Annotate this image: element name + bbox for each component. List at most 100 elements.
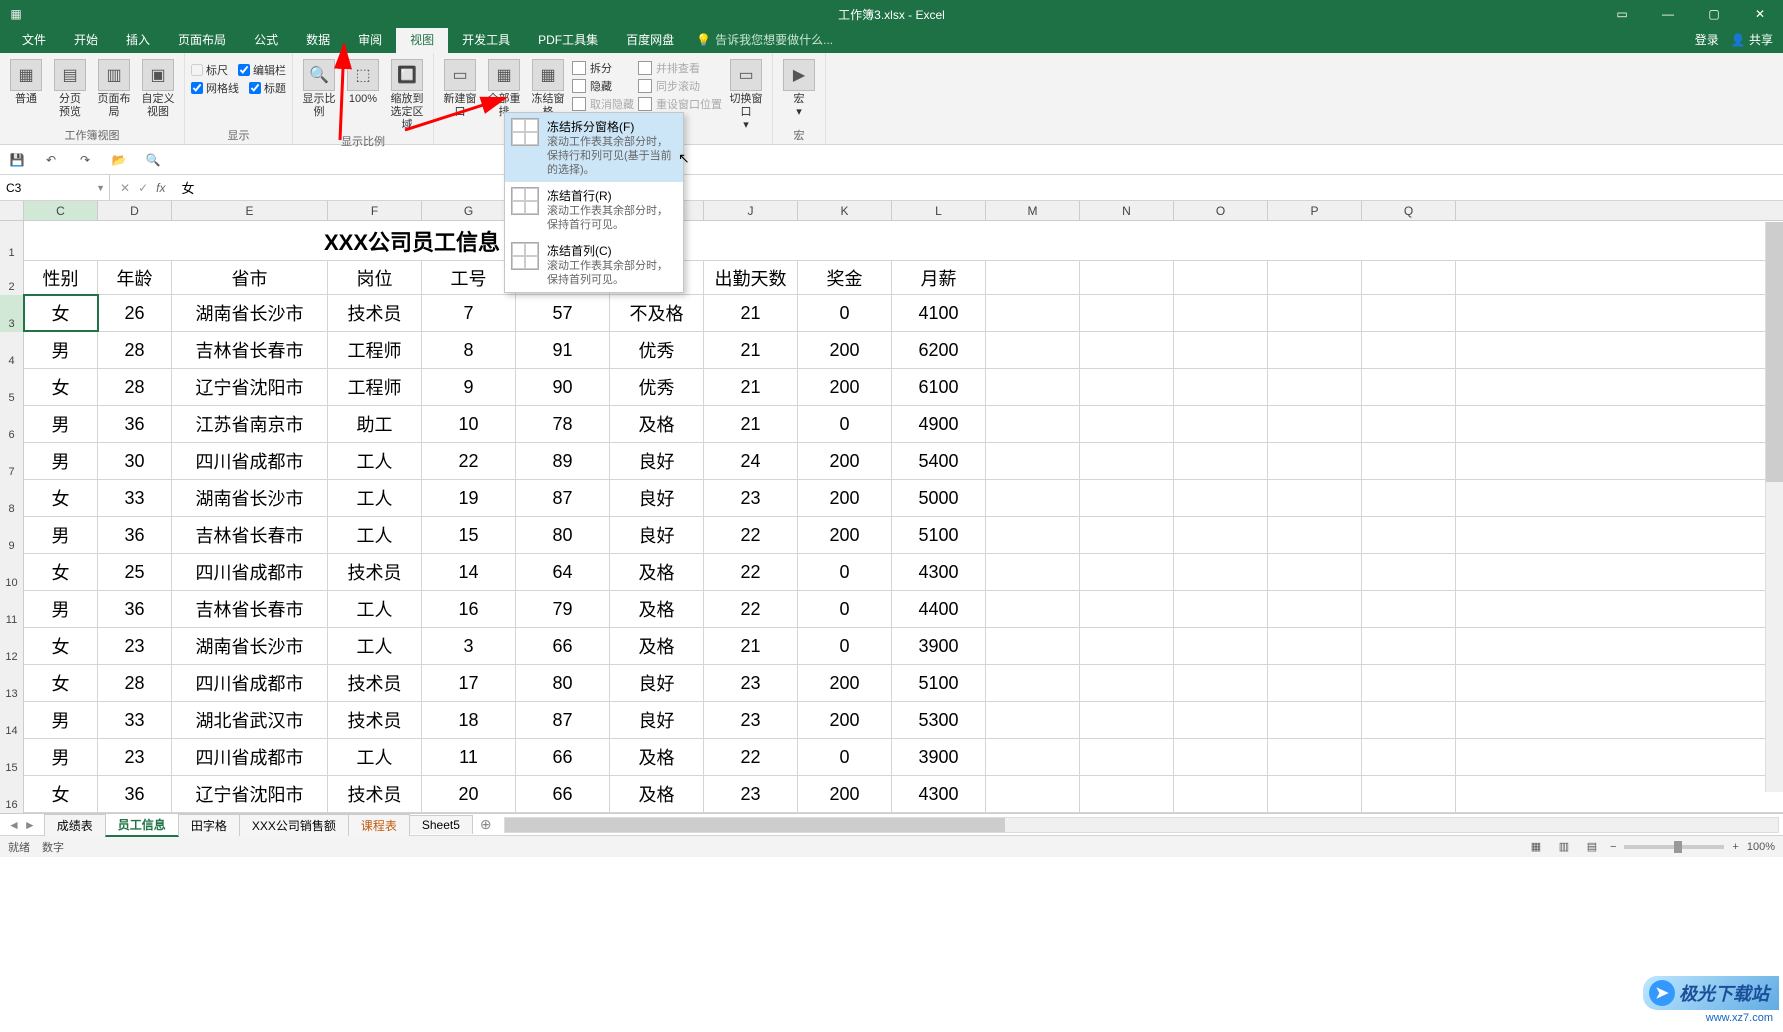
cell[interactable] [1268,480,1362,516]
cell[interactable]: 技术员 [328,702,422,738]
cell[interactable]: 工人 [328,480,422,516]
cell[interactable]: 21 [704,295,798,331]
sheet-tab[interactable]: XXX公司销售额 [239,814,349,836]
cell[interactable] [1174,776,1268,812]
cell[interactable]: 3 [422,628,516,664]
undo-icon[interactable]: ↶ [42,151,60,169]
cell[interactable]: 良好 [610,443,704,479]
cell[interactable]: 4300 [892,776,986,812]
tab-view[interactable]: 视图 [396,27,448,53]
cell[interactable]: 不及格 [610,295,704,331]
row-header[interactable]: 2 [0,261,24,295]
cell[interactable]: 36 [98,776,172,812]
cell[interactable]: 24 [704,443,798,479]
column-header[interactable]: Q [1362,201,1456,220]
cell[interactable]: 200 [798,443,892,479]
cell[interactable]: 男 [24,406,98,442]
cell[interactable]: 22 [704,591,798,627]
cell[interactable]: 技术员 [328,776,422,812]
zoom-level[interactable]: 100% [1747,841,1775,853]
headings-checkbox[interactable]: 标题 [249,79,286,97]
cell[interactable] [1080,295,1174,331]
cell[interactable] [1362,665,1456,701]
cancel-icon[interactable]: ✕ [120,181,130,195]
zoom-button[interactable]: 🔍显示比例 [299,57,339,119]
cell[interactable] [986,295,1080,331]
cell[interactable] [986,261,1080,294]
sheet-nav-first-icon[interactable]: ◄ [8,818,20,832]
cell[interactable]: 23 [98,739,172,775]
cell[interactable] [1362,554,1456,590]
cell[interactable]: 0 [798,406,892,442]
page-layout-view-icon[interactable]: ▥ [1554,839,1574,855]
cell[interactable] [1080,332,1174,368]
cell[interactable]: 4900 [892,406,986,442]
cell[interactable]: 技术员 [328,665,422,701]
cell[interactable] [1174,261,1268,294]
cell[interactable]: 0 [798,554,892,590]
cell[interactable]: 6100 [892,369,986,405]
cell[interactable]: 女 [24,665,98,701]
cell[interactable] [1080,480,1174,516]
cell[interactable]: 及格 [610,591,704,627]
cell[interactable] [1174,369,1268,405]
cell[interactable] [1268,261,1362,294]
cell[interactable]: 28 [98,665,172,701]
cell[interactable]: 3900 [892,739,986,775]
cell[interactable] [1268,443,1362,479]
cell[interactable]: 工人 [328,443,422,479]
chevron-down-icon[interactable]: ▼ [96,183,105,193]
cell[interactable] [986,554,1080,590]
cell[interactable] [1080,261,1174,294]
sheet-tab[interactable]: 成绩表 [44,814,106,836]
cell[interactable]: 工程师 [328,369,422,405]
row-header[interactable]: 4 [0,332,24,369]
cell[interactable]: 5100 [892,665,986,701]
cell[interactable] [1174,628,1268,664]
save-icon[interactable]: 💾 [8,151,26,169]
cell[interactable]: 江苏省南京市 [172,406,328,442]
cell[interactable]: 36 [98,591,172,627]
cell[interactable]: 工程师 [328,332,422,368]
cell[interactable]: 辽宁省沈阳市 [172,369,328,405]
cell[interactable]: 5000 [892,480,986,516]
cell[interactable] [986,628,1080,664]
cell[interactable]: 22 [704,739,798,775]
freeze-panes-item[interactable]: 冻结拆分窗格(F)滚动工作表其余部分时，保持行和列可见(基于当前的选择)。 [505,113,683,182]
cell[interactable]: 21 [704,406,798,442]
cell[interactable] [986,369,1080,405]
gridlines-checkbox[interactable]: 网格线 [191,79,239,97]
cell[interactable] [1174,443,1268,479]
page-layout-view-button[interactable]: ▥页面布局 [94,57,134,119]
cell[interactable] [986,665,1080,701]
column-header[interactable]: K [798,201,892,220]
cell[interactable]: 26 [98,295,172,331]
row-header[interactable]: 8 [0,480,24,517]
cell[interactable] [1080,628,1174,664]
cell[interactable]: 技术员 [328,554,422,590]
column-header[interactable]: J [704,201,798,220]
cell[interactable]: 良好 [610,702,704,738]
cell[interactable] [1362,295,1456,331]
login-link[interactable]: 登录 [1695,31,1719,48]
cell[interactable]: 男 [24,702,98,738]
cell[interactable]: 66 [516,739,610,775]
custom-views-button[interactable]: ▣自定义视图 [138,57,178,119]
row-header[interactable]: 12 [0,628,24,665]
cell[interactable]: 6200 [892,332,986,368]
tab-data[interactable]: 数据 [292,27,344,53]
cell[interactable]: 87 [516,702,610,738]
cell[interactable]: 36 [98,517,172,553]
cell[interactable]: 及格 [610,776,704,812]
cell[interactable]: 吉林省长春市 [172,332,328,368]
cell[interactable] [1174,295,1268,331]
redo-icon[interactable]: ↷ [76,151,94,169]
cell[interactable] [1362,628,1456,664]
cell[interactable]: 湖南省长沙市 [172,295,328,331]
cell[interactable]: 及格 [610,554,704,590]
cell[interactable] [1080,776,1174,812]
cell[interactable]: 200 [798,517,892,553]
minimize-button[interactable]: — [1645,0,1691,28]
split-button[interactable]: 拆分 [572,59,634,77]
cell[interactable]: 200 [798,369,892,405]
